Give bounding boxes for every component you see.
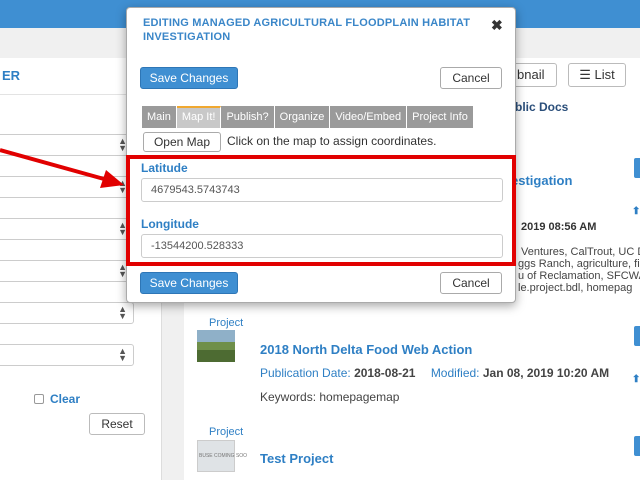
annotation-arrow-icon	[0, 148, 124, 188]
